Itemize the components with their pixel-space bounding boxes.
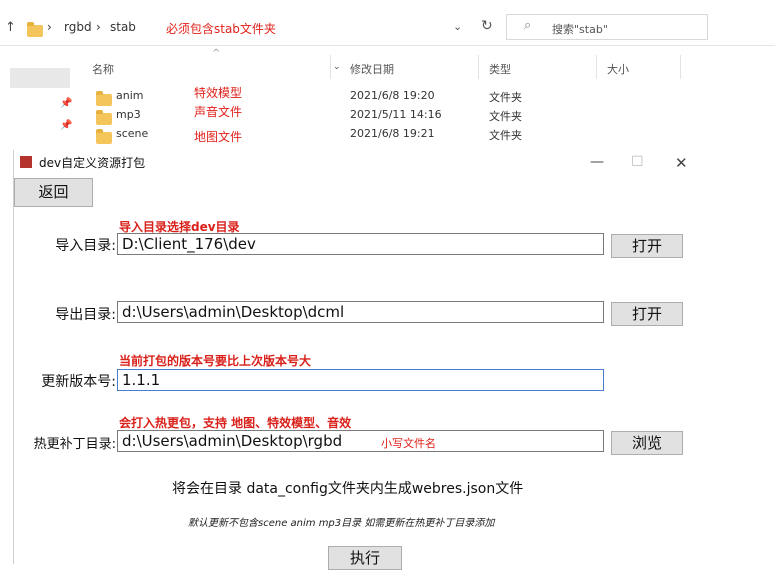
patch-dir-annotation: 小写文件名 — [381, 437, 436, 450]
file-annotation: 特效模型 — [194, 86, 243, 100]
breadcrumb-annotation: 必须包含stab文件夹 — [166, 22, 276, 36]
folder-icon — [96, 129, 112, 144]
window-title: dev自定义资源打包 — [39, 156, 146, 170]
search-placeholder: 搜索"stab" — [552, 23, 608, 36]
export-open-button[interactable]: 打开 — [611, 302, 683, 326]
file-row[interactable]: scene 地图文件 2021/6/8 19:21 文件夹 — [80, 125, 680, 144]
version-input[interactable] — [117, 369, 604, 391]
version-hint: 当前打包的版本号要比上次版本号大 — [119, 354, 312, 368]
file-type: 文件夹 — [489, 129, 522, 142]
file-date: 2021/6/8 19:20 — [350, 89, 435, 102]
file-date: 2021/5/11 14:16 — [350, 108, 442, 121]
divider — [0, 45, 775, 46]
file-name: mp3 — [116, 108, 141, 121]
breadcrumb-stab[interactable]: stab — [110, 20, 136, 34]
chevron-right-icon: › — [96, 20, 101, 34]
update-note: 默认更新不包含scene anim mp3目录 如需更新在热更补丁目录添加 — [188, 518, 495, 529]
folder-icon — [27, 22, 43, 37]
export-dir-input[interactable] — [117, 301, 604, 323]
file-date: 2021/6/8 19:21 — [350, 127, 435, 140]
divider — [330, 55, 331, 79]
pin-icon[interactable]: 📌 — [60, 120, 72, 131]
folder-icon — [96, 110, 112, 125]
execute-button[interactable]: 执行 — [328, 546, 402, 570]
chevron-down-icon[interactable]: ⌄ — [333, 62, 341, 72]
patch-dir-label: 热更补丁目录: — [33, 437, 116, 452]
import-open-button[interactable]: 打开 — [611, 234, 683, 258]
column-header-name[interactable]: 名称 — [92, 61, 114, 77]
chevron-right-icon: › — [47, 20, 52, 34]
file-type: 文件夹 — [489, 110, 522, 123]
divider — [680, 55, 681, 79]
import-dir-label: 导入目录: — [55, 238, 116, 254]
column-header-type[interactable]: 类型 — [489, 61, 511, 77]
export-dir-label: 导出目录: — [55, 307, 116, 323]
pin-icon[interactable]: 📌 — [60, 98, 72, 109]
chevron-down-icon[interactable]: ⌄ — [453, 20, 462, 33]
up-arrow-icon[interactable]: ↑ — [5, 20, 16, 35]
maximize-icon[interactable]: ☐ — [631, 154, 644, 170]
file-name: anim — [116, 89, 144, 102]
folder-icon — [96, 91, 112, 106]
file-annotation: 声音文件 — [194, 105, 243, 119]
back-button[interactable]: 返回 — [14, 178, 93, 207]
column-header-size[interactable]: 大小 — [607, 61, 629, 77]
browse-button[interactable]: 浏览 — [611, 431, 683, 455]
file-name: scene — [116, 127, 149, 140]
column-header-date[interactable]: 修改日期 — [350, 61, 394, 77]
version-label: 更新版本号: — [41, 374, 116, 390]
output-info-text: 将会在目录 data_config文件夹内生成webres.json文件 — [172, 481, 524, 497]
close-icon[interactable]: ✕ — [675, 154, 688, 172]
sort-ascending-icon: ^ — [212, 48, 221, 59]
file-annotation: 地图文件 — [194, 130, 243, 144]
patch-hint: 会打入热更包，支持 地图、特效模型、音效 — [119, 416, 352, 430]
search-icon: ⌕ — [524, 18, 532, 33]
navigation-pane-item[interactable] — [10, 68, 70, 88]
divider — [478, 55, 479, 79]
refresh-icon[interactable]: ↻ — [481, 18, 493, 34]
file-type: 文件夹 — [489, 91, 522, 104]
import-dir-input[interactable] — [117, 233, 604, 255]
divider — [596, 55, 597, 79]
patch-dir-input[interactable] — [117, 430, 604, 452]
app-icon — [20, 156, 32, 168]
breadcrumb-rgbd[interactable]: rgbd — [64, 20, 92, 34]
minimize-icon[interactable]: — — [590, 154, 604, 170]
file-row[interactable]: anim 特效模型 2021/6/8 19:20 文件夹 — [80, 86, 680, 106]
file-row[interactable]: mp3 声音文件 2021/5/11 14:16 文件夹 — [80, 105, 680, 125]
